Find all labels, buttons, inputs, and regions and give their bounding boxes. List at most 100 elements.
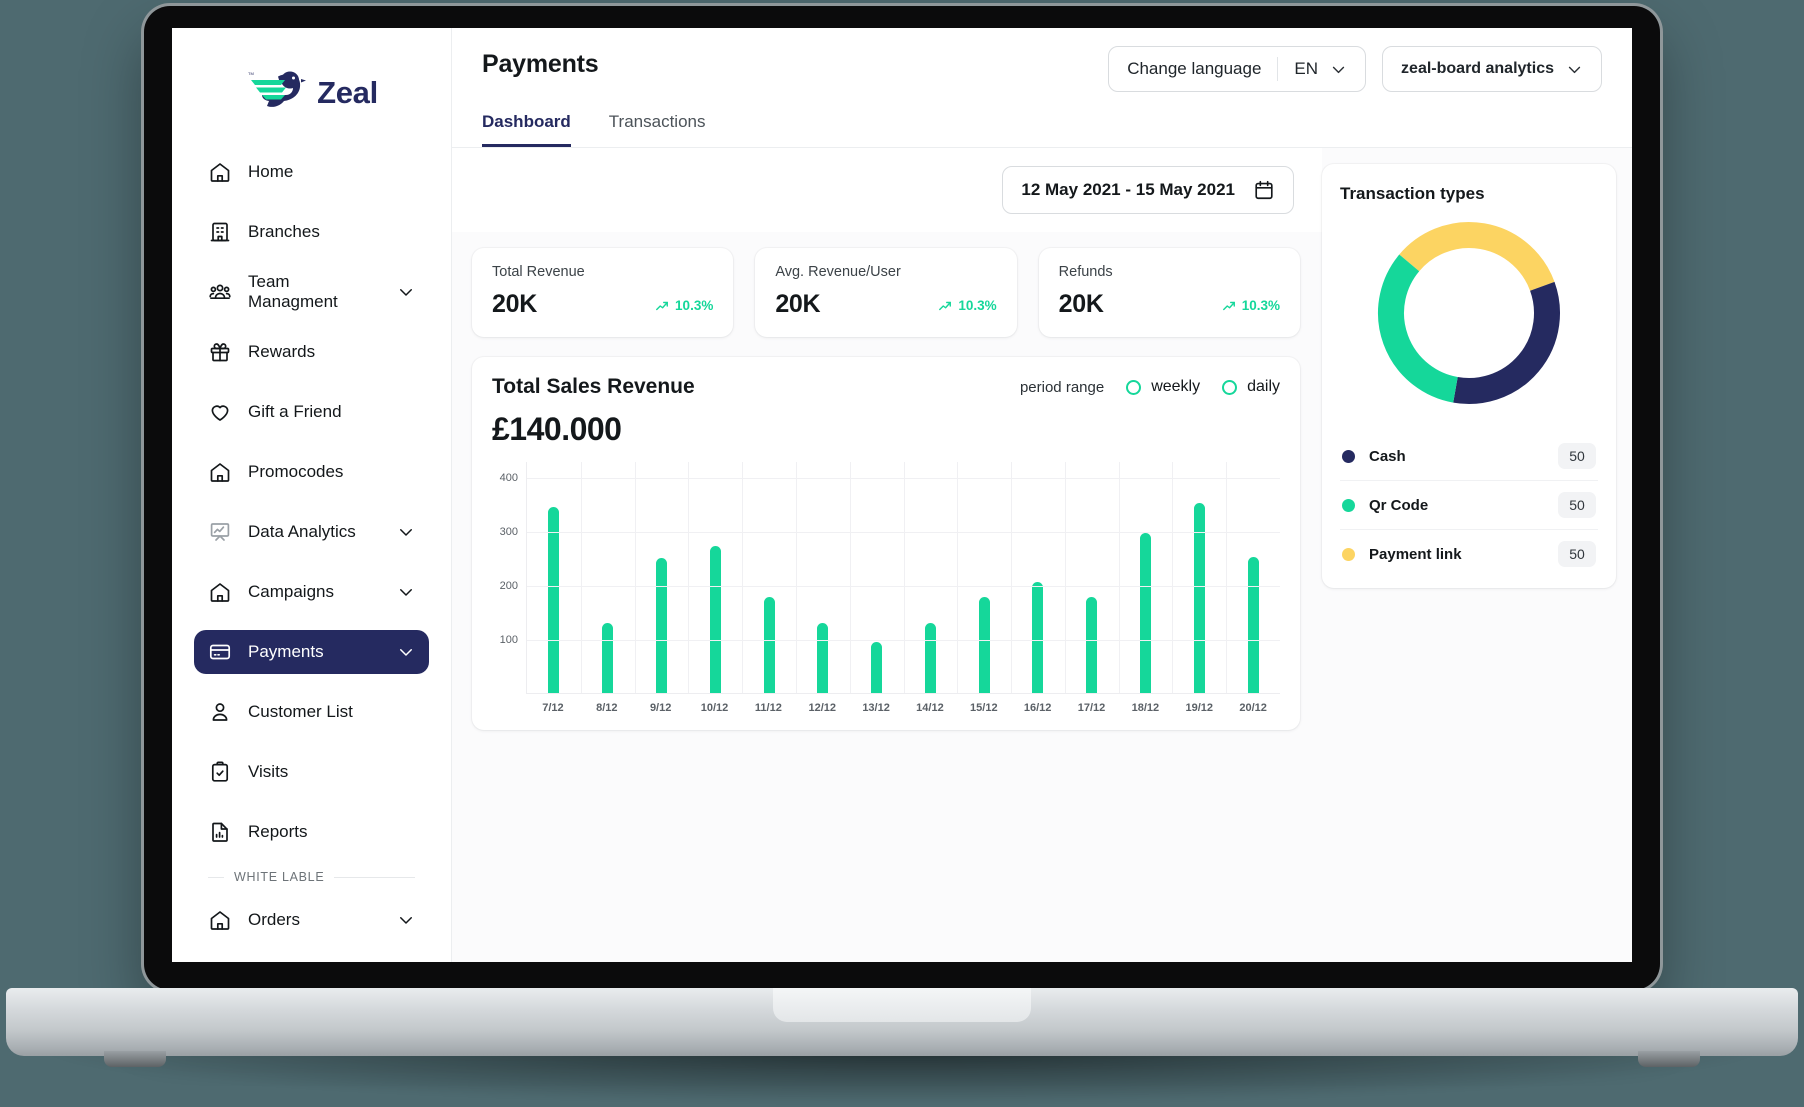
chart-bar[interactable] (763, 596, 775, 693)
brand-logo[interactable]: TM Zeal (172, 50, 451, 136)
language-selector[interactable]: Change language EN (1108, 46, 1367, 92)
sidebar-item-orders[interactable]: Orders (194, 898, 429, 942)
date-range-picker[interactable]: 12 May 2021 - 15 May 2021 (1002, 166, 1294, 214)
date-range-value: 12 May 2021 - 15 May 2021 (1021, 180, 1235, 199)
sidebar-item-rewards[interactable]: Rewards (194, 330, 429, 374)
sidebar-item-payments[interactable]: Payments (194, 630, 429, 674)
chart-bar-cell (1172, 462, 1226, 693)
trend-up-icon (939, 301, 952, 310)
sidebar-item-label: Home (248, 162, 294, 181)
legend-row[interactable]: Cash 50 (1340, 432, 1598, 480)
gift-icon (210, 343, 230, 362)
account-selector[interactable]: zeal-board analytics (1382, 46, 1602, 92)
divider-line-right (334, 876, 415, 878)
legend-row[interactable]: Payment link 50 (1340, 529, 1598, 578)
chevron-down-icon (400, 289, 412, 296)
chart-y-tick: 400 (499, 472, 518, 485)
chart-x-tick: 13/12 (862, 702, 890, 714)
chart-bar[interactable] (655, 558, 667, 693)
chart-gridline-v (634, 462, 636, 693)
chart-bar-cell (1226, 462, 1280, 693)
sidebar-item-label: Branches (248, 222, 320, 241)
stat-card-trend: 10.3% (655, 298, 713, 313)
home-icon (210, 583, 230, 602)
sidebar-item-reports[interactable]: Reports (194, 810, 429, 854)
chart-bar[interactable] (924, 622, 936, 693)
sidebar-item-label: Rewards (248, 342, 316, 361)
chart-bar[interactable] (602, 622, 614, 693)
sidebar-item-promocodes[interactable]: Promocodes (194, 450, 429, 494)
chart-y-axis: 100 200 300 400 (492, 462, 526, 694)
legend-color-swatch (1342, 547, 1355, 561)
chart-bar[interactable] (709, 546, 721, 693)
donut-slice[interactable] (1399, 222, 1555, 292)
language-selector-label: Change language (1127, 59, 1262, 78)
dashboard-content: 12 May 2021 - 15 May 2021 Total Revenue … (452, 148, 1632, 962)
chart-bar[interactable] (548, 506, 560, 693)
chart-bar[interactable] (1139, 532, 1151, 693)
donut-slice[interactable] (1453, 281, 1560, 404)
chart-y-tick: 300 (499, 526, 518, 539)
period-option-daily[interactable]: daily (1222, 378, 1280, 396)
chart-bar-cell (850, 462, 904, 693)
chart-gridline-v (849, 462, 851, 693)
chart-x-tick: 7/12 (542, 702, 564, 714)
sidebar-item-branches[interactable]: Branches (194, 210, 429, 254)
stat-card-value: 20K (775, 290, 821, 318)
donut-slice[interactable] (1378, 254, 1459, 403)
period-option-weekly[interactable]: weekly (1126, 378, 1200, 396)
topbar: Payments Change language EN zeal-board a… (452, 28, 1632, 148)
chart-gridline-v (795, 462, 797, 693)
clipboard-check-icon (211, 761, 229, 782)
sidebar-item-customer-list[interactable]: Customer List (194, 690, 429, 734)
topbar-row: Payments Change language EN zeal-board a… (482, 46, 1602, 92)
transaction-types-legend: Cash 50 Qr Code 50 Payment link 50 (1340, 432, 1598, 578)
stat-card-title: Avg. Revenue/User (775, 264, 901, 280)
sidebar-item-label: Gift a Friend (248, 402, 342, 421)
credit-card-icon (209, 644, 231, 660)
sidebar-item-data-analytics[interactable]: Data Analytics (194, 510, 429, 554)
scene: TM Zeal Home Branches Team Managment Rew… (0, 0, 1804, 1107)
topbar-controls: Change language EN zeal-board analytics (1108, 46, 1602, 92)
radio-circle-icon (1222, 379, 1238, 395)
chart-gridline-v (903, 462, 905, 693)
stat-card-avg-revenue-user: Avg. Revenue/User 20K 10.3% (755, 248, 1017, 337)
period-range-label: period range (1019, 378, 1105, 396)
chart-bar[interactable] (871, 641, 883, 693)
chart-x-tick: 17/12 (1077, 702, 1106, 714)
stat-card-title: Total Revenue (492, 264, 585, 280)
account-selector-label: zeal-board analytics (1401, 60, 1554, 77)
tab-transactions[interactable]: Transactions (609, 112, 706, 147)
chart-bar-cell (635, 462, 689, 693)
sidebar-item-gift-a-friend[interactable]: Gift a Friend (194, 390, 429, 434)
chart-bar[interactable] (1086, 596, 1098, 693)
team-icon (209, 284, 231, 300)
transaction-types-card: Transaction types Cash 50 Qr Code 50 Payment… (1322, 164, 1616, 588)
calendar-icon (1255, 180, 1273, 200)
stat-card-title: Refunds (1058, 264, 1113, 280)
sidebar-item-home[interactable]: Home (194, 150, 429, 194)
laptop-foot-right (1638, 1051, 1700, 1067)
period-range-control: period range weekly daily (1020, 378, 1280, 396)
sidebar-item-campaigns[interactable]: Campaigns (194, 570, 429, 614)
chart-gridline-v (1226, 462, 1228, 693)
home-icon (210, 163, 230, 182)
laptop-screen: TM Zeal Home Branches Team Managment Rew… (172, 28, 1632, 962)
laptop-base-notch (773, 988, 1031, 1022)
chart-bar[interactable] (978, 596, 990, 693)
tab-dashboard[interactable]: Dashboard (482, 112, 571, 147)
date-filter-row: 12 May 2021 - 15 May 2021 (452, 148, 1322, 232)
stat-card-trend-value: 10.3% (675, 298, 714, 313)
sidebar-item-label: Orders (248, 910, 300, 929)
stat-card-trend: 10.3% (1222, 298, 1280, 313)
sidebar-section-label: WHITE LABLE (234, 870, 325, 884)
sidebar-item-team-managment[interactable]: Team Managment (194, 270, 429, 314)
legend-row[interactable]: Qr Code 50 (1340, 480, 1598, 529)
laptop-foot-left (104, 1051, 166, 1067)
chevron-down-icon (400, 589, 412, 596)
chart-bar[interactable] (1247, 557, 1259, 693)
chart-bar[interactable] (1032, 582, 1044, 693)
chart-bar-cell (581, 462, 635, 693)
sidebar-item-visits[interactable]: Visits (194, 750, 429, 794)
chart-bar[interactable] (817, 622, 829, 693)
